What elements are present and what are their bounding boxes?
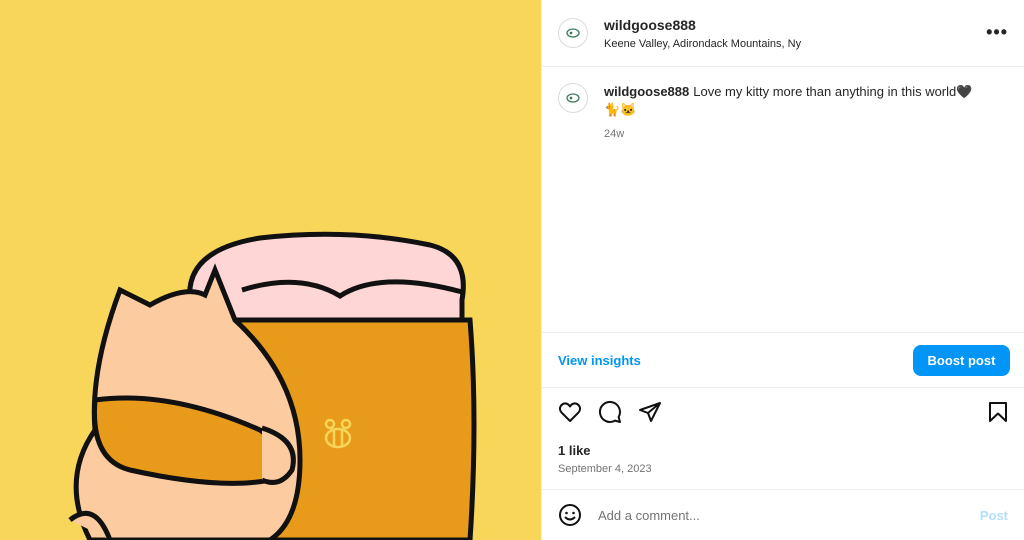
caption-row: wildgoose888 Love my kitty more than anyt… [542, 67, 1024, 159]
caption-emojis: 🐈🐱 [604, 102, 637, 117]
location-link[interactable]: Keene Valley, Adirondack Mountains, Ny [604, 38, 801, 50]
post-date: September 4, 2023 [558, 463, 652, 475]
share-icon[interactable] [638, 400, 662, 424]
caption-avatar[interactable] [558, 83, 588, 113]
post-header: wildgoose888 Keene Valley, Adirondack Mo… [542, 0, 1024, 67]
heart-icon[interactable] [558, 400, 582, 424]
post-modal: wildgoose888 Keene Valley, Adirondack Mo… [0, 0, 1024, 540]
emoji-icon[interactable] [558, 503, 582, 527]
comment-bar: Post [542, 489, 1024, 540]
post-details-panel: wildgoose888 Keene Valley, Adirondack Mo… [541, 0, 1024, 540]
more-options-icon[interactable]: ••• [986, 22, 1008, 43]
caption-body: Love my kitty more than anything in this… [693, 84, 973, 99]
header-user-info: wildgoose888 Keene Valley, Adirondack Mo… [604, 17, 801, 50]
comment-icon[interactable] [598, 400, 622, 424]
caption-username[interactable]: wildgoose888 [604, 84, 689, 99]
post-image[interactable] [0, 0, 541, 540]
avatar[interactable] [558, 18, 588, 48]
username-link[interactable]: wildgoose888 [604, 17, 801, 33]
boost-post-button[interactable]: Boost post [913, 344, 1010, 376]
like-count[interactable]: 1 like [558, 443, 591, 458]
goose-logo-icon [566, 28, 580, 38]
view-insights-link[interactable]: View insights [558, 353, 641, 368]
bookmark-icon[interactable] [986, 400, 1010, 424]
goose-logo-icon [566, 93, 580, 103]
action-bar [558, 400, 1010, 428]
insights-bar: View insights Boost post [542, 332, 1024, 388]
caption-text: wildgoose888 Love my kitty more than anyt… [604, 83, 984, 143]
comment-input[interactable] [596, 506, 970, 524]
cartoon-illustration [68, 231, 477, 540]
post-comment-button[interactable]: Post [980, 508, 1008, 523]
post-time[interactable]: 24w [604, 125, 984, 143]
